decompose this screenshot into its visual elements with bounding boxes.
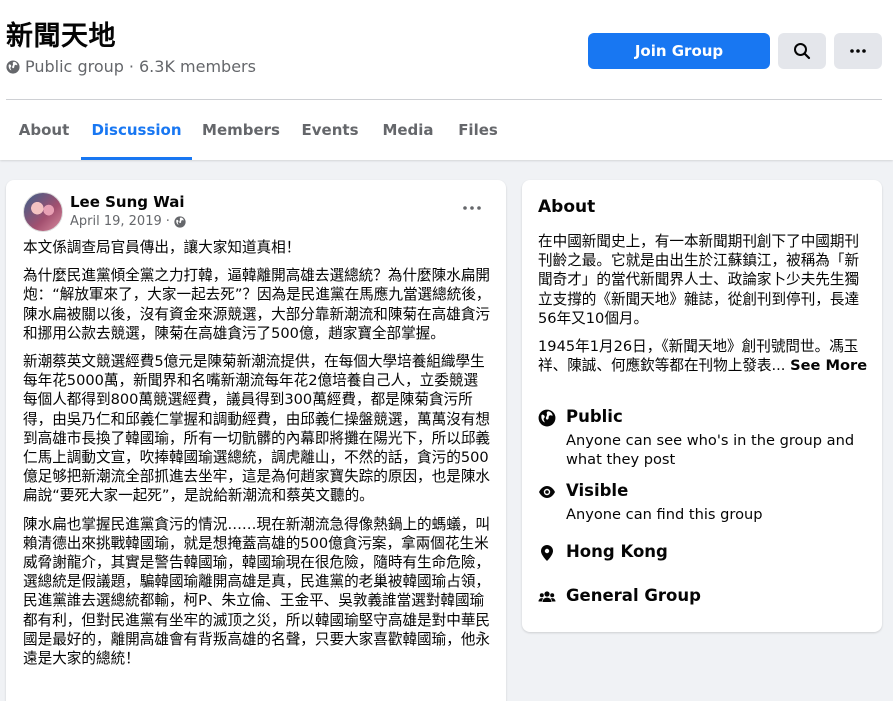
group-meta: Public group · 6.3K members: [6, 57, 256, 76]
post-meta-separator: ·: [165, 214, 170, 229]
about-card: About 在中國新聞史上，有一本新聞期刊創下了中國期刊刊齡之最。它就是由出生於…: [522, 180, 882, 632]
post-paragraph: 為什麼民進黨傾全黨之力打韓，逼韓離開高雄去選總統？為什麼陳水扁開炮：“解放軍來了…: [23, 267, 491, 342]
info-title[interactable]: Hong Kong: [566, 542, 668, 561]
more-icon: [463, 206, 481, 210]
join-group-button[interactable]: Join Group: [588, 33, 770, 69]
location-pin-icon: [541, 545, 553, 561]
info-subtitle: Anyone can find this group: [566, 506, 763, 523]
post-paragraph: 陳水扁也掌握民進黨貪污的情況……現在新潮流急得像熱鍋上的螞蟻，叫賴清德出來挑戰韓…: [23, 515, 491, 668]
info-title: General Group: [566, 586, 701, 605]
about-title: About: [538, 197, 596, 217]
info-location: Hong Kong: [538, 542, 868, 566]
search-button[interactable]: [778, 33, 826, 69]
post-paragraph: 新潮蔡英文競選經費5億元是陳菊新潮流提供，在每個大學培養組織學生每年花5000萬…: [23, 353, 491, 505]
people-icon: [538, 591, 556, 602]
member-count[interactable]: 6.3K members: [139, 57, 256, 76]
info-title: Public: [566, 407, 623, 426]
info-public: Public Anyone can see who's in the group…: [538, 407, 868, 469]
tab-events[interactable]: Events: [302, 100, 359, 160]
tab-about[interactable]: About: [19, 100, 70, 160]
post-author[interactable]: Lee Sung Wai: [70, 193, 185, 211]
search-icon: [794, 43, 811, 60]
post-date[interactable]: April 19, 2019: [70, 214, 162, 229]
privacy-label: Public group: [25, 57, 124, 76]
about-description: 在中國新聞史上，有一本新聞期刊創下了中國期刊刊齡之最。它就是由出生於江蘇鎮江，被…: [538, 232, 868, 384]
group-tabs: About Discussion Members Events Media Fi…: [0, 100, 600, 160]
post-body: 本文係調查局官員傳出，讓大家知道真相！ 為什麼民進黨傾全黨之力打韓，逼韓離開高雄…: [23, 238, 491, 677]
globe-icon: [6, 59, 20, 74]
tab-files[interactable]: Files: [458, 100, 498, 160]
info-subtitle: Anyone can see who's in the group and wh…: [566, 432, 855, 468]
tab-discussion[interactable]: Discussion: [81, 100, 192, 160]
more-icon: [850, 49, 866, 53]
eye-icon: [539, 486, 555, 498]
info-visible: Visible Anyone can find this group: [538, 481, 868, 525]
info-group-type: General Group: [538, 586, 868, 610]
post-card: Lee Sung Wai April 19, 2019 · 本文係調查局官員傳出…: [6, 180, 506, 701]
post-meta: April 19, 2019 ·: [70, 214, 186, 229]
globe-icon: [174, 215, 186, 228]
post-options-button[interactable]: [458, 198, 486, 218]
about-paragraph-2: 1945年1月26日，《新聞天地》創刊號問世。馮玉祥、陳誠、何應欽等都在刊物上發…: [538, 337, 868, 375]
post-paragraph: 本文係調查局官員傳出，讓大家知道真相！: [23, 239, 301, 256]
info-title: Visible: [566, 481, 629, 500]
group-title: 新聞天地: [6, 21, 116, 52]
see-more-link[interactable]: See More: [790, 357, 867, 374]
globe-icon: [538, 409, 556, 427]
avatar[interactable]: [23, 192, 63, 232]
group-header: 新聞天地 Public group · 6.3K members Join Gr…: [0, 0, 893, 160]
tab-members[interactable]: Members: [202, 100, 280, 160]
more-options-button[interactable]: [834, 33, 882, 69]
meta-separator: ·: [128, 57, 134, 76]
tab-media[interactable]: Media: [382, 100, 433, 160]
about-paragraph: 在中國新聞史上，有一本新聞期刊創下了中國期刊刊齡之最。它就是由出生於江蘇鎮江，被…: [538, 233, 860, 327]
